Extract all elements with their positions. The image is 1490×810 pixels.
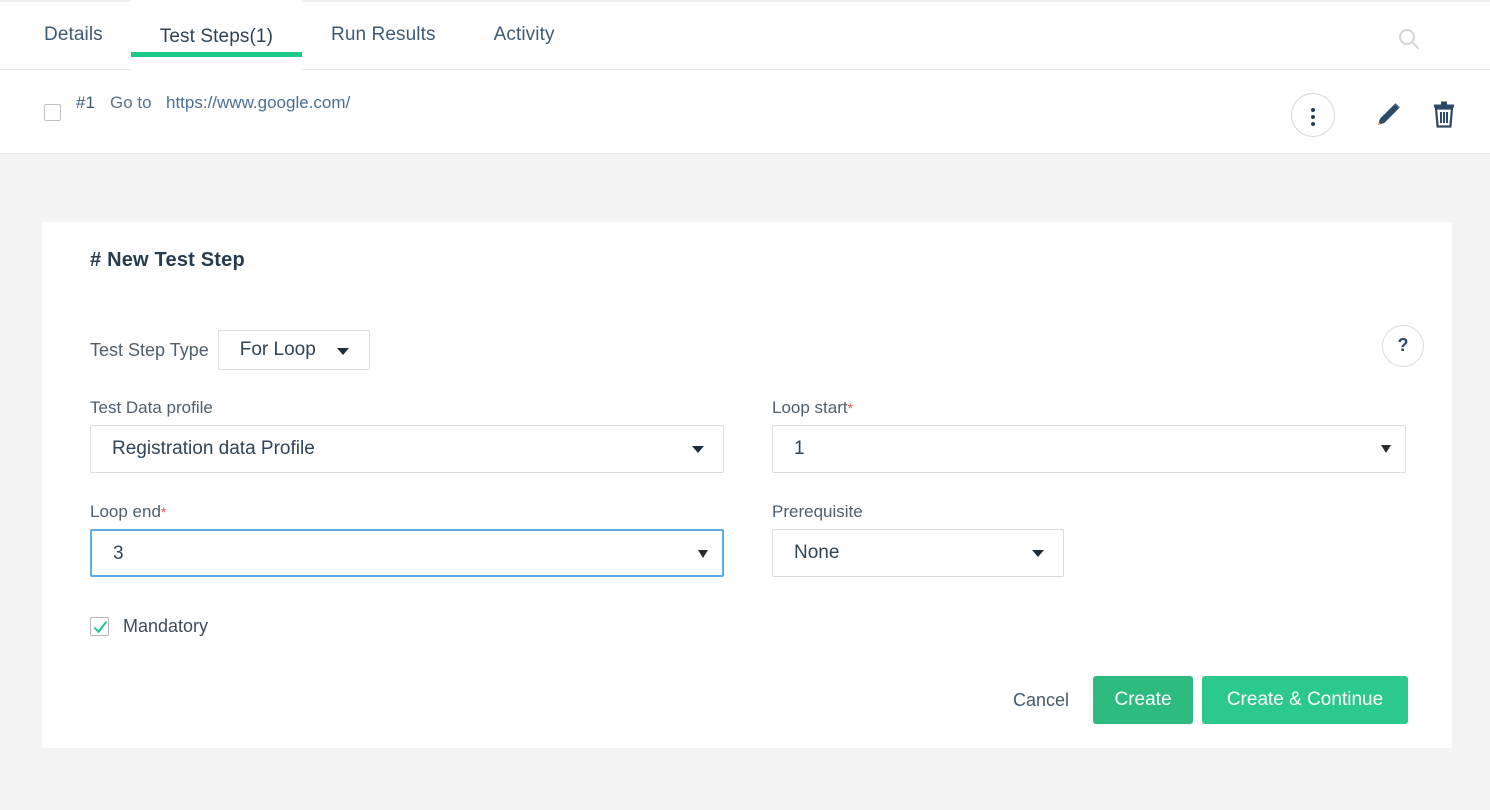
checkmark-icon <box>93 620 108 634</box>
search-icon[interactable] <box>1398 28 1420 50</box>
field-test-data-profile: Test Data profile Registration data Prof… <box>90 398 724 473</box>
tab-activity-label: Activity <box>493 24 555 45</box>
chevron-down-icon <box>1032 550 1044 557</box>
dot-3 <box>1311 122 1315 126</box>
tab-activity[interactable]: Activity <box>465 2 584 72</box>
test-data-profile-label: Test Data profile <box>90 398 213 417</box>
tab-run-results[interactable]: Run Results <box>302 2 465 72</box>
trash-icon[interactable] <box>1430 100 1458 130</box>
prerequisite-select[interactable]: None <box>772 529 1064 577</box>
new-test-step-card: # New Test Step ? Test Step Type For Loo… <box>42 222 1452 748</box>
tab-details[interactable]: Details <box>0 2 131 72</box>
chevron-down-icon <box>698 550 708 558</box>
loop-end-label: Loop end* <box>90 502 167 521</box>
field-prerequisite: Prerequisite None <box>772 502 1064 577</box>
mandatory-checkbox-row[interactable]: Mandatory <box>90 616 208 637</box>
step-number: #1 <box>76 93 95 112</box>
mandatory-checkbox[interactable] <box>90 617 109 636</box>
test-step-type-label: Test Step Type <box>90 339 209 360</box>
card-title: # New Test Step <box>90 249 245 271</box>
question-mark-icon[interactable]: ? <box>1382 325 1424 367</box>
question-mark-glyph: ? <box>1397 335 1409 355</box>
tab-test-steps[interactable]: Test Steps(1) <box>130 0 303 70</box>
step-select-checkbox[interactable] <box>44 104 61 121</box>
tab-bar: Details Test Steps(1) Run Results Activi… <box>0 0 1490 70</box>
loop-start-value: 1 <box>794 438 805 459</box>
test-step-type-row: Test Step Type For Loop <box>90 330 370 370</box>
field-loop-start: Loop start* 1 <box>772 398 1406 473</box>
mandatory-label: Mandatory <box>123 616 209 636</box>
chevron-down-icon <box>1381 445 1391 453</box>
step-action-label: Go to <box>110 93 152 112</box>
prerequisite-label: Prerequisite <box>772 502 863 521</box>
create-button[interactable]: Create <box>1093 676 1193 724</box>
tab-details-label: Details <box>44 24 103 45</box>
cancel-button[interactable]: Cancel <box>1013 690 1093 711</box>
tab-list: Details Test Steps(1) Run Results Activi… <box>0 0 584 72</box>
loop-end-select[interactable]: 3 <box>90 529 724 577</box>
loop-start-label: Loop start* <box>772 398 854 417</box>
test-data-profile-value: Registration data Profile <box>112 438 315 459</box>
test-data-profile-select[interactable]: Registration data Profile <box>90 425 724 473</box>
card-actions: Cancel Create Create & Continue <box>1013 676 1408 724</box>
dot-1 <box>1311 108 1315 112</box>
test-step-row: #1 Go to https://www.google.com/ <box>0 70 1490 154</box>
tab-run-results-label: Run Results <box>331 24 436 45</box>
step-url-link[interactable]: https://www.google.com/ <box>166 93 350 113</box>
loop-start-select[interactable]: 1 <box>772 425 1406 473</box>
chevron-down-icon <box>336 348 349 355</box>
test-step-type-select[interactable]: For Loop <box>217 330 370 370</box>
field-loop-end: Loop end* 3 <box>90 502 724 577</box>
test-step-type-value: For Loop <box>239 339 316 360</box>
dot-2 <box>1311 115 1315 119</box>
loop-end-value: 3 <box>113 543 124 564</box>
vertical-dots-icon[interactable] <box>1291 93 1335 137</box>
chevron-down-icon <box>692 446 704 453</box>
create-and-continue-button[interactable]: Create & Continue <box>1202 676 1408 724</box>
tab-test-steps-label: Test Steps(1) <box>159 26 274 47</box>
pencil-icon[interactable] <box>1374 101 1402 129</box>
prerequisite-value: None <box>794 542 840 563</box>
